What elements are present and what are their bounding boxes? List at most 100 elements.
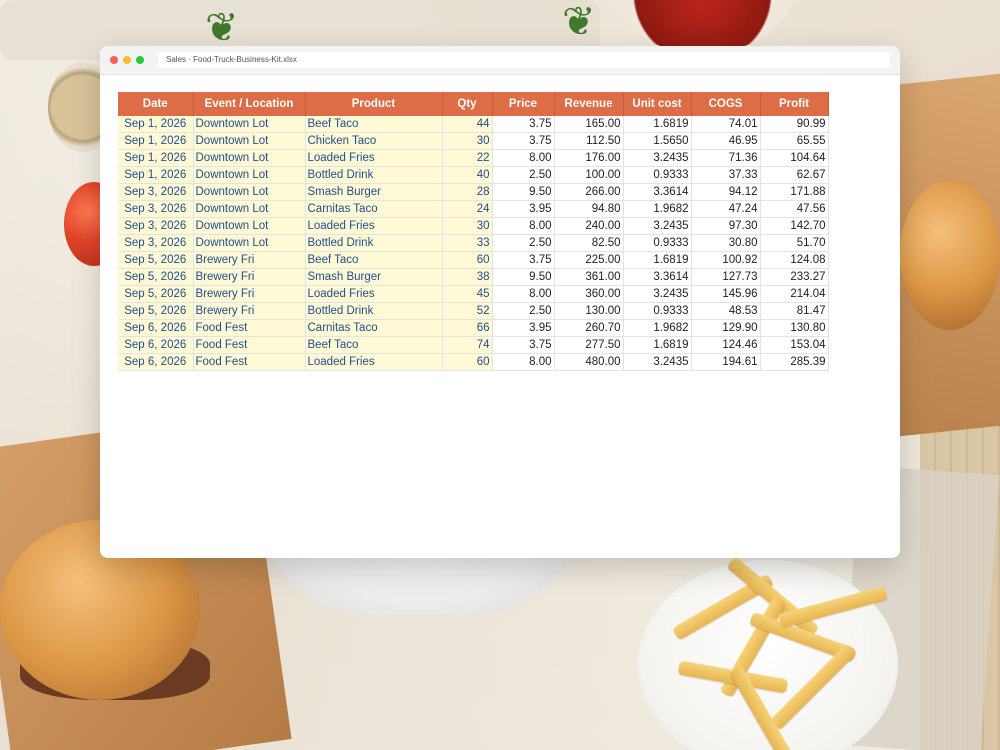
cell-product[interactable]: Loaded Fries <box>305 217 443 235</box>
cell-price[interactable]: 3.95 <box>492 319 555 337</box>
cell-profit[interactable]: 285.39 <box>760 353 829 371</box>
cell-date[interactable]: Sep 1, 2026 <box>118 132 194 150</box>
cell-revenue[interactable]: 82.50 <box>554 234 624 252</box>
cell-product[interactable]: Carnitas Taco <box>305 200 443 218</box>
cell-date[interactable]: Sep 3, 2026 <box>118 200 194 218</box>
cell-revenue[interactable]: 165.00 <box>554 116 624 133</box>
cell-date[interactable]: Sep 1, 2026 <box>118 166 194 184</box>
cell-profit[interactable]: 51.70 <box>760 234 829 252</box>
cell-event-location[interactable]: Brewery Fri <box>193 251 306 269</box>
cell-event-location[interactable]: Food Fest <box>193 353 306 371</box>
cell-qty[interactable]: 30 <box>442 217 493 235</box>
cell-profit[interactable]: 62.67 <box>760 166 829 184</box>
col-header-price[interactable]: Price <box>492 92 555 116</box>
cell-event-location[interactable]: Downtown Lot <box>193 200 306 218</box>
cell-price[interactable]: 3.75 <box>492 132 555 150</box>
maximize-window-button[interactable] <box>136 56 144 64</box>
cell-unit-cost[interactable]: 1.5650 <box>623 132 692 150</box>
cell-revenue[interactable]: 277.50 <box>554 336 624 354</box>
cell-event-location[interactable]: Downtown Lot <box>193 183 306 201</box>
cell-revenue[interactable]: 260.70 <box>554 319 624 337</box>
cell-profit[interactable]: 124.08 <box>760 251 829 269</box>
cell-product[interactable]: Beef Taco <box>305 251 443 269</box>
cell-unit-cost[interactable]: 1.6819 <box>623 116 692 133</box>
cell-product[interactable]: Bottled Drink <box>305 302 443 320</box>
cell-qty[interactable]: 60 <box>442 353 493 371</box>
cell-qty[interactable]: 28 <box>442 183 493 201</box>
cell-profit[interactable]: 142.70 <box>760 217 829 235</box>
cell-revenue[interactable]: 176.00 <box>554 149 624 167</box>
cell-price[interactable]: 8.00 <box>492 217 555 235</box>
cell-qty[interactable]: 30 <box>442 132 493 150</box>
cell-cogs[interactable]: 127.73 <box>691 268 761 286</box>
cell-event-location[interactable]: Downtown Lot <box>193 132 306 150</box>
cell-qty[interactable]: 66 <box>442 319 493 337</box>
cell-profit[interactable]: 153.04 <box>760 336 829 354</box>
cell-product[interactable]: Loaded Fries <box>305 353 443 371</box>
cell-unit-cost[interactable]: 1.9682 <box>623 319 692 337</box>
cell-price[interactable]: 9.50 <box>492 268 555 286</box>
cell-profit[interactable]: 81.47 <box>760 302 829 320</box>
cell-date[interactable]: Sep 1, 2026 <box>118 116 194 133</box>
cell-qty[interactable]: 44 <box>442 116 493 133</box>
cell-qty[interactable]: 74 <box>442 336 493 354</box>
cell-product[interactable]: Smash Burger <box>305 183 443 201</box>
cell-qty[interactable]: 45 <box>442 285 493 303</box>
cell-unit-cost[interactable]: 1.6819 <box>623 336 692 354</box>
cell-product[interactable]: Carnitas Taco <box>305 319 443 337</box>
cell-unit-cost[interactable]: 1.6819 <box>623 251 692 269</box>
cell-profit[interactable]: 90.99 <box>760 116 829 133</box>
col-header-date[interactable]: Date <box>118 92 194 116</box>
col-header-product[interactable]: Product <box>305 92 443 116</box>
cell-date[interactable]: Sep 1, 2026 <box>118 149 194 167</box>
cell-unit-cost[interactable]: 3.2435 <box>623 285 692 303</box>
cell-price[interactable]: 3.75 <box>492 336 555 354</box>
cell-qty[interactable]: 22 <box>442 149 493 167</box>
cell-revenue[interactable]: 480.00 <box>554 353 624 371</box>
cell-price[interactable]: 2.50 <box>492 234 555 252</box>
cell-date[interactable]: Sep 5, 2026 <box>118 285 194 303</box>
cell-product[interactable]: Loaded Fries <box>305 285 443 303</box>
cell-product[interactable]: Bottled Drink <box>305 234 443 252</box>
cell-event-location[interactable]: Brewery Fri <box>193 302 306 320</box>
cell-qty[interactable]: 60 <box>442 251 493 269</box>
cell-cogs[interactable]: 74.01 <box>691 116 761 133</box>
cell-unit-cost[interactable]: 3.2435 <box>623 217 692 235</box>
col-header-qty[interactable]: Qty <box>442 92 493 116</box>
cell-price[interactable]: 2.50 <box>492 302 555 320</box>
col-header-cogs[interactable]: COGS <box>691 92 761 116</box>
cell-revenue[interactable]: 100.00 <box>554 166 624 184</box>
cell-date[interactable]: Sep 3, 2026 <box>118 217 194 235</box>
cell-date[interactable]: Sep 5, 2026 <box>118 268 194 286</box>
cell-price[interactable]: 8.00 <box>492 285 555 303</box>
cell-revenue[interactable]: 225.00 <box>554 251 624 269</box>
cell-cogs[interactable]: 30.80 <box>691 234 761 252</box>
cell-cogs[interactable]: 129.90 <box>691 319 761 337</box>
cell-revenue[interactable]: 240.00 <box>554 217 624 235</box>
cell-revenue[interactable]: 266.00 <box>554 183 624 201</box>
cell-event-location[interactable]: Downtown Lot <box>193 234 306 252</box>
cell-unit-cost[interactable]: 3.2435 <box>623 149 692 167</box>
cell-price[interactable]: 2.50 <box>492 166 555 184</box>
cell-price[interactable]: 3.75 <box>492 251 555 269</box>
cell-product[interactable]: Loaded Fries <box>305 149 443 167</box>
col-header-event-location[interactable]: Event / Location <box>193 92 306 116</box>
cell-date[interactable]: Sep 3, 2026 <box>118 183 194 201</box>
cell-cogs[interactable]: 94.12 <box>691 183 761 201</box>
col-header-unit-cost[interactable]: Unit cost <box>623 92 692 116</box>
cell-date[interactable]: Sep 6, 2026 <box>118 319 194 337</box>
cell-qty[interactable]: 24 <box>442 200 493 218</box>
cell-price[interactable]: 9.50 <box>492 183 555 201</box>
cell-profit[interactable]: 104.64 <box>760 149 829 167</box>
cell-revenue[interactable]: 361.00 <box>554 268 624 286</box>
cell-event-location[interactable]: Downtown Lot <box>193 116 306 133</box>
cell-cogs[interactable]: 145.96 <box>691 285 761 303</box>
cell-product[interactable]: Bottled Drink <box>305 166 443 184</box>
cell-product[interactable]: Smash Burger <box>305 268 443 286</box>
close-window-button[interactable] <box>110 56 118 64</box>
col-header-revenue[interactable]: Revenue <box>554 92 624 116</box>
cell-price[interactable]: 8.00 <box>492 149 555 167</box>
cell-qty[interactable]: 40 <box>442 166 493 184</box>
cell-qty[interactable]: 33 <box>442 234 493 252</box>
cell-unit-cost[interactable]: 3.3614 <box>623 183 692 201</box>
